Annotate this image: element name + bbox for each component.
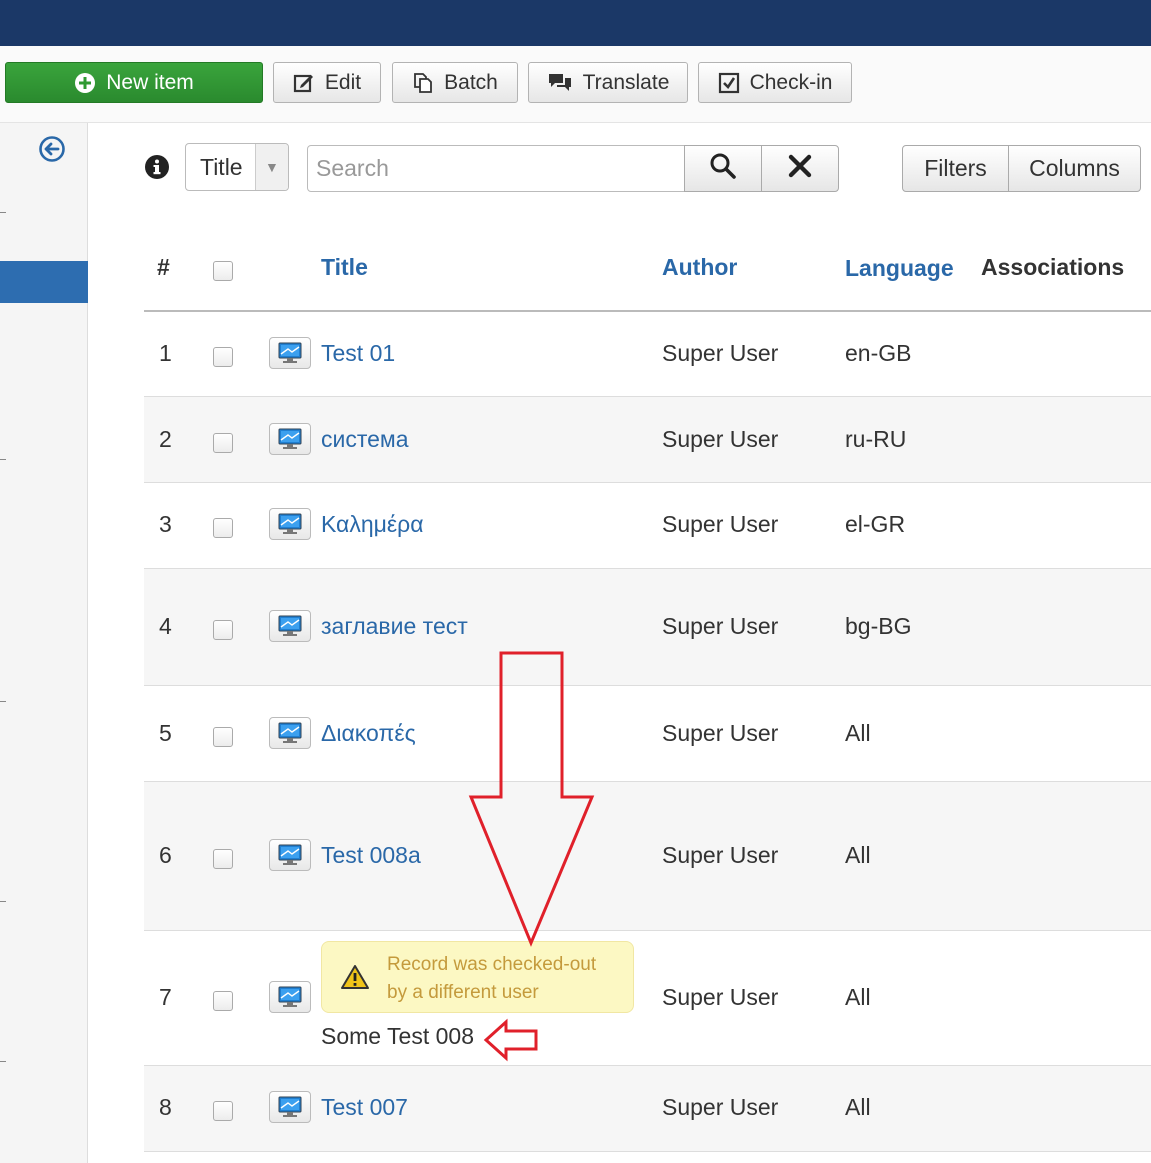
annotation-overlay <box>468 651 595 1062</box>
left-arrow-annotation <box>483 1018 538 1062</box>
down-arrow-annotation <box>468 651 595 947</box>
